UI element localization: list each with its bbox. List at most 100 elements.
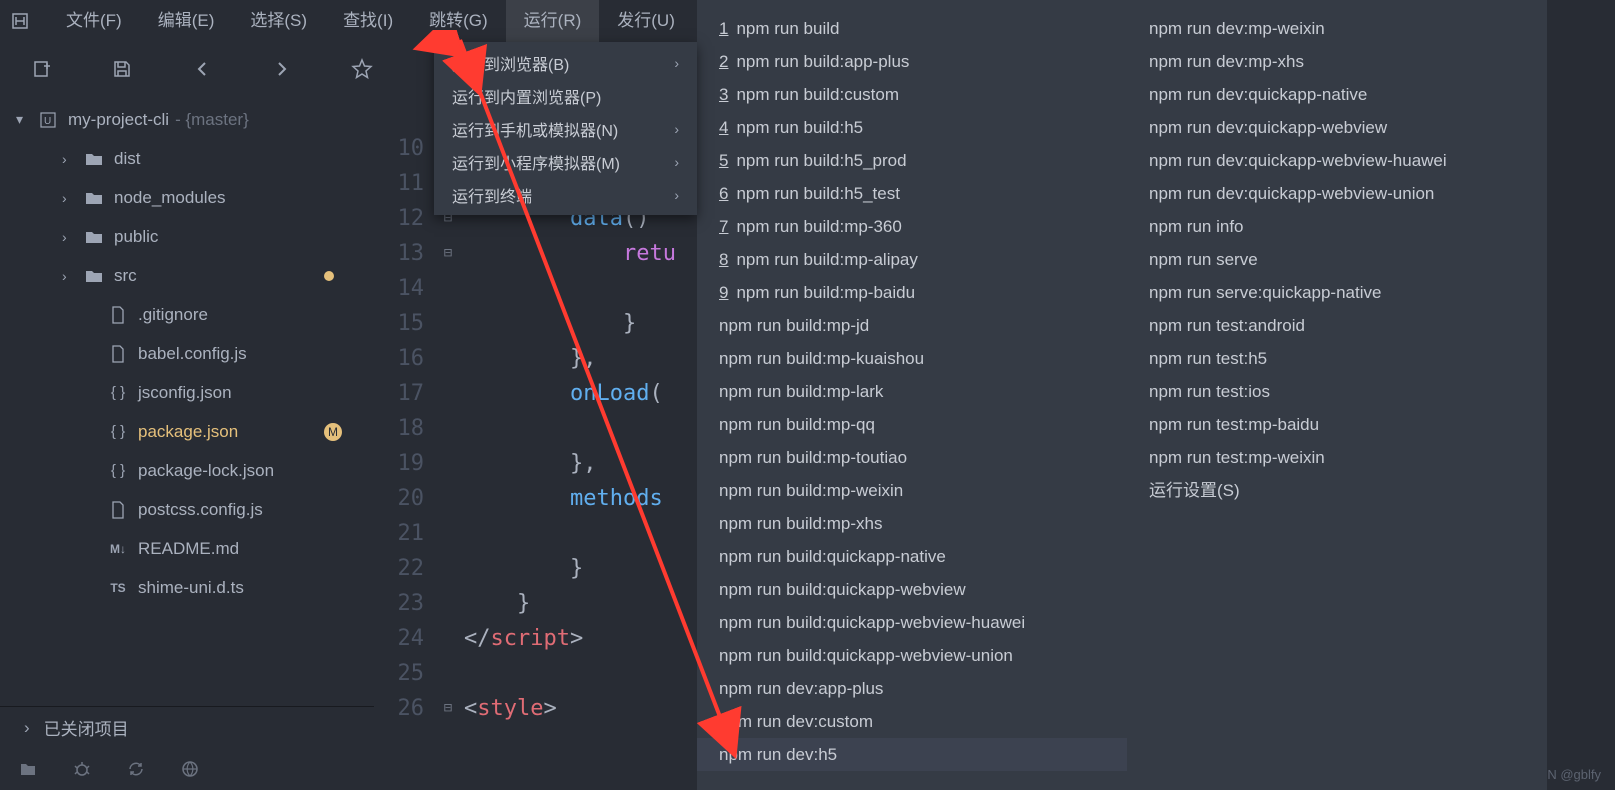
tree-file[interactable]: postcss.config.js (0, 490, 374, 529)
forward-icon[interactable] (270, 57, 294, 81)
script-item[interactable]: npm run build:mp-alipay (697, 243, 1127, 276)
json-icon: { } (108, 383, 128, 403)
script-item[interactable]: npm run build:mp-lark (697, 375, 1127, 408)
tree-file[interactable]: .gitignore (0, 295, 374, 334)
fold-marker[interactable]: ⊟ (436, 691, 460, 726)
menu-edit[interactable]: 编辑(E) (140, 0, 233, 42)
script-item[interactable]: npm run build:h5_test (697, 177, 1127, 210)
script-item[interactable]: npm run build:mp-qq (697, 408, 1127, 441)
chevron-right-icon: › (674, 55, 679, 71)
run-menu-item[interactable]: 运行到内置浏览器(P) (434, 79, 697, 112)
terminal-scripts-submenu: npm run buildnpm run build:app-plusnpm r… (697, 0, 1547, 790)
fold-marker (436, 271, 460, 306)
folder-icon[interactable] (18, 759, 38, 779)
save-icon[interactable] (110, 57, 134, 81)
run-menu-item[interactable]: 运行到终端› (434, 178, 697, 211)
script-item[interactable]: npm run build:app-plus (697, 45, 1127, 78)
fold-marker (436, 376, 460, 411)
script-item[interactable]: npm run build:quickapp-webview-union (697, 639, 1127, 672)
menu-file[interactable]: 文件(F) (48, 0, 140, 42)
script-item[interactable]: npm run test:android (1127, 309, 1547, 342)
script-item[interactable]: npm run serve (1127, 243, 1547, 276)
script-item[interactable]: npm run build:h5 (697, 111, 1127, 144)
script-item[interactable]: npm run dev:custom (697, 705, 1127, 738)
script-item[interactable]: npm run serve:quickapp-native (1127, 276, 1547, 309)
run-menu-label: 运行到内置浏览器(P) (452, 84, 601, 108)
tree-folder[interactable]: ›public (0, 217, 374, 256)
line-number: 18 (374, 411, 424, 446)
script-item[interactable]: npm run dev:app-plus (697, 672, 1127, 705)
fold-marker (436, 551, 460, 586)
sync-icon[interactable] (126, 759, 146, 779)
project-root[interactable]: ▾ U my-project-cli - {master} (0, 100, 374, 139)
script-item[interactable]: npm run build:h5_prod (697, 144, 1127, 177)
script-item[interactable]: npm run build:mp-weixin (697, 474, 1127, 507)
script-item[interactable]: npm run dev:quickapp-native (1127, 78, 1547, 111)
script-item[interactable]: npm run build:mp-baidu (697, 276, 1127, 309)
script-item[interactable]: npm run dev:mp-xhs (1127, 45, 1547, 78)
fold-marker[interactable]: ⊟ (436, 236, 460, 271)
script-item[interactable]: npm run dev:quickapp-webview-union (1127, 177, 1547, 210)
modified-badge: M (324, 423, 342, 441)
tree-folder[interactable]: ›node_modules (0, 178, 374, 217)
json-icon: { } (108, 461, 128, 481)
line-number: 19 (374, 446, 424, 481)
sidebar: ▾ U my-project-cli - {master} ›dist›node… (0, 96, 374, 790)
script-item[interactable]: npm run build:mp-xhs (697, 507, 1127, 540)
project-branch: - {master} (175, 110, 249, 130)
script-item[interactable]: npm run test:h5 (1127, 342, 1547, 375)
tree-item-label: postcss.config.js (138, 500, 263, 520)
script-item[interactable]: npm run dev:h5 (697, 738, 1127, 771)
bug-icon[interactable] (72, 759, 92, 779)
script-item[interactable]: npm run dev:quickapp-webview (1127, 111, 1547, 144)
tree-item-label: src (114, 266, 137, 286)
menu-publish[interactable]: 发行(U) (599, 0, 693, 42)
tree-file[interactable]: babel.config.js (0, 334, 374, 373)
scripts-column-1: npm run buildnpm run build:app-plusnpm r… (697, 12, 1127, 778)
script-item[interactable]: npm run test:mp-weixin (1127, 441, 1547, 474)
script-item[interactable]: npm run dev:mp-weixin (1127, 12, 1547, 45)
globe-icon[interactable] (180, 759, 200, 779)
line-number: 14 (374, 271, 424, 306)
json-icon: { } (108, 422, 128, 442)
run-menu-item[interactable]: 运行到浏览器(B)› (434, 46, 697, 79)
script-item[interactable]: npm run build:quickapp-native (697, 540, 1127, 573)
menu-find[interactable]: 查找(I) (325, 0, 411, 42)
script-item[interactable]: npm run build:mp-kuaishou (697, 342, 1127, 375)
new-file-icon[interactable] (30, 57, 54, 81)
script-item[interactable]: npm run dev:quickapp-webview-huawei (1127, 144, 1547, 177)
back-icon[interactable] (190, 57, 214, 81)
tree-folder[interactable]: ›dist (0, 139, 374, 178)
script-item[interactable]: npm run info (1127, 210, 1547, 243)
script-item[interactable]: npm run test:mp-baidu (1127, 408, 1547, 441)
fold-marker (436, 411, 460, 446)
chevron-down-icon: ▾ (16, 111, 32, 128)
menu-goto[interactable]: 跳转(G) (411, 0, 506, 42)
modified-dot-icon (324, 271, 334, 281)
chevron-right-icon: › (62, 268, 78, 284)
menu-select[interactable]: 选择(S) (232, 0, 325, 42)
script-item[interactable]: npm run build:mp-toutiao (697, 441, 1127, 474)
script-item[interactable]: npm run build:mp-jd (697, 309, 1127, 342)
script-item[interactable]: npm run build (697, 12, 1127, 45)
star-icon[interactable] (350, 57, 374, 81)
tree-folder[interactable]: › src (0, 256, 374, 295)
script-item[interactable]: npm run build:quickapp-webview (697, 573, 1127, 606)
script-item[interactable]: npm run build:mp-360 (697, 210, 1127, 243)
tree-file[interactable]: M↓README.md (0, 529, 374, 568)
menu-run[interactable]: 运行(R) (506, 0, 600, 42)
line-number: 20 (374, 481, 424, 516)
script-item[interactable]: npm run build:custom (697, 78, 1127, 111)
tree-file[interactable]: { }jsconfig.json (0, 373, 374, 412)
run-menu-item[interactable]: 运行到手机或模拟器(N)› (434, 112, 697, 145)
script-item[interactable]: npm run test:ios (1127, 375, 1547, 408)
tree-file[interactable]: { }package-lock.json (0, 451, 374, 490)
run-menu-item[interactable]: 运行到小程序模拟器(M)› (434, 145, 697, 178)
script-item[interactable]: 运行设置(S) (1127, 474, 1547, 507)
tree-file[interactable]: TSshime-uni.d.ts (0, 568, 374, 607)
js-icon (108, 344, 128, 364)
script-item[interactable]: npm run build:quickapp-webview-huawei (697, 606, 1127, 639)
tree-file[interactable]: { }package.jsonM (0, 412, 374, 451)
closed-projects[interactable]: › 已关闭项目 (0, 706, 374, 748)
fold-marker (436, 446, 460, 481)
